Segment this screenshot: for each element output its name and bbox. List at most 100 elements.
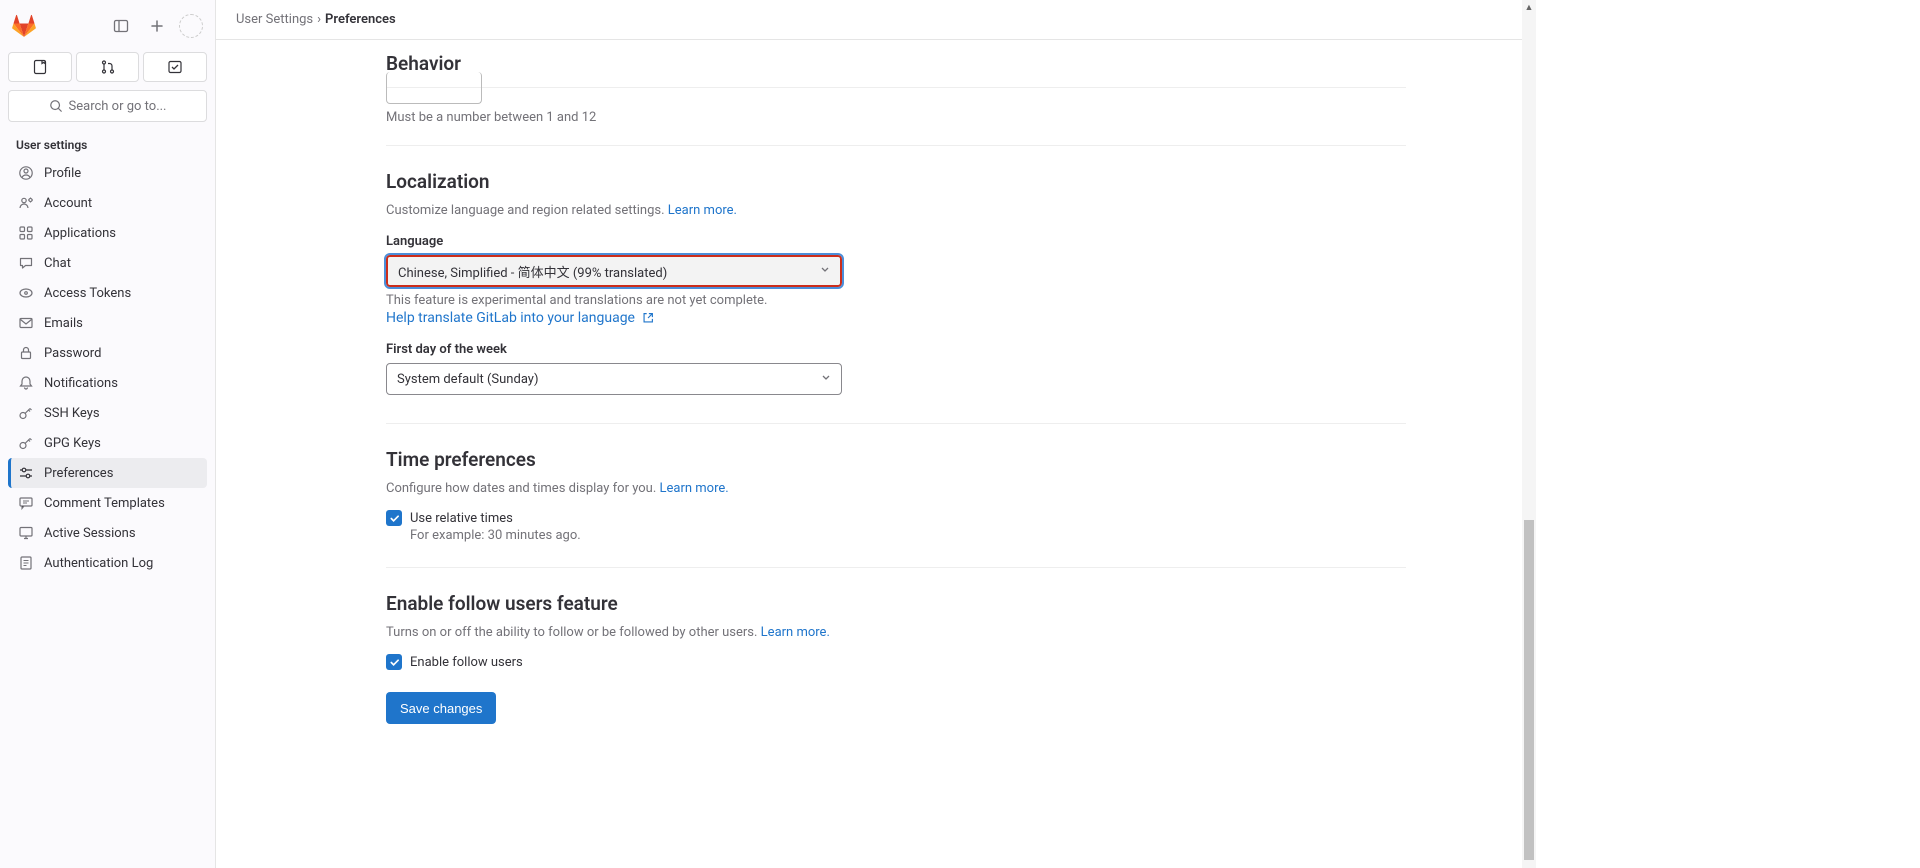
follow-users-checkbox[interactable] — [386, 654, 402, 670]
field-label: First day of the week — [386, 342, 1406, 357]
checkbox-label[interactable]: Use relative times — [410, 511, 513, 526]
learn-more-link[interactable]: Learn more. — [761, 625, 830, 640]
sidebar-item-access-tokens[interactable]: Access Tokens — [8, 278, 207, 308]
section-desc: Configure how dates and times display fo… — [386, 481, 1406, 496]
language-field: Language Chinese, Simplified - 简体中文 (99%… — [386, 234, 1406, 326]
tab-width-input[interactable] — [386, 72, 482, 104]
todos-button[interactable] — [143, 52, 207, 82]
section-title: Behavior — [386, 52, 1406, 88]
user-avatar[interactable] — [179, 14, 203, 38]
nav-label: GPG Keys — [44, 436, 101, 451]
email-icon — [18, 315, 34, 331]
sidebar-item-password[interactable]: Password — [8, 338, 207, 368]
relative-times-checkbox[interactable] — [386, 510, 402, 526]
select-value: Chinese, Simplified - 简体中文 (99% translat… — [398, 262, 667, 281]
first-day-select[interactable]: System default (Sunday) — [386, 363, 842, 395]
new-button[interactable] — [143, 12, 171, 40]
sidebar-item-emails[interactable]: Emails — [8, 308, 207, 338]
nav-label: Access Tokens — [44, 286, 131, 301]
breadcrumb-current: Preferences — [325, 12, 396, 27]
nav-label: Chat — [44, 256, 71, 271]
checkbox-help: For example: 30 minutes ago. — [410, 528, 1406, 543]
section-title: Localization — [386, 170, 1406, 193]
language-select[interactable]: Chinese, Simplified - 简体中文 (99% translat… — [386, 255, 842, 287]
chevron-down-icon — [821, 372, 831, 387]
nav-label: Notifications — [44, 376, 118, 391]
nav-label: Comment Templates — [44, 496, 165, 511]
select-value: System default (Sunday) — [397, 372, 538, 387]
key-icon — [18, 405, 34, 421]
gitlab-logo-icon[interactable] — [12, 14, 36, 38]
sidebar-item-auth-log[interactable]: Authentication Log — [8, 548, 207, 578]
nav-label: Active Sessions — [44, 526, 136, 541]
scrollbar[interactable]: ▲ — [1522, 0, 1536, 868]
main: User Settings › Preferences Behavior Mus… — [216, 0, 1536, 868]
field-label: Language — [386, 234, 1406, 249]
section-title: Enable follow users feature — [386, 592, 1406, 615]
scrollbar-thumb[interactable] — [1524, 520, 1534, 860]
check-icon — [389, 513, 400, 524]
section-title: Time preferences — [386, 448, 1406, 471]
issues-button[interactable] — [8, 52, 72, 82]
log-icon — [18, 555, 34, 571]
nav-list: Profile Account Applications Chat Access… — [8, 158, 207, 578]
chevron-down-icon — [820, 264, 830, 279]
lock-icon — [18, 345, 34, 361]
section-desc: Turns on or off the ability to follow or… — [386, 625, 1406, 640]
sidebar-item-chat[interactable]: Chat — [8, 248, 207, 278]
search-icon — [49, 99, 63, 113]
breadcrumb-parent[interactable]: User Settings — [236, 12, 313, 27]
behavior-section: Behavior Must be a number between 1 and … — [386, 40, 1406, 125]
sidebar-section-label: User settings — [8, 130, 207, 158]
panel-icon — [113, 18, 129, 34]
learn-more-link[interactable]: Learn more. — [668, 203, 737, 218]
nav-label: Account — [44, 196, 92, 211]
time-prefs-section: Time preferences Configure how dates and… — [386, 424, 1406, 543]
sidebar-item-preferences[interactable]: Preferences — [8, 458, 207, 488]
check-icon — [389, 657, 400, 668]
helper-text: This feature is experimental and transla… — [386, 293, 1406, 308]
sidebar-toggle-button[interactable] — [107, 12, 135, 40]
relative-times-checkbox-row: Use relative times — [386, 510, 1406, 526]
scroll-up-arrow[interactable]: ▲ — [1522, 0, 1536, 14]
sidebar-item-active-sessions[interactable]: Active Sessions — [8, 518, 207, 548]
checkbox-label[interactable]: Enable follow users — [410, 655, 523, 670]
search-placeholder: Search or go to... — [69, 99, 167, 114]
merge-requests-button[interactable] — [76, 52, 140, 82]
issue-icon — [32, 59, 48, 75]
save-button[interactable]: Save changes — [386, 692, 496, 724]
learn-more-link[interactable]: Learn more. — [660, 481, 729, 496]
nav-label: Emails — [44, 316, 83, 331]
content: Behavior Must be a number between 1 and … — [216, 40, 1536, 868]
sidebar-item-profile[interactable]: Profile — [8, 158, 207, 188]
sidebar-item-notifications[interactable]: Notifications — [8, 368, 207, 398]
comment-icon — [18, 495, 34, 511]
sidebar: Search or go to... User settings Profile… — [0, 0, 216, 868]
nav-label: Profile — [44, 166, 81, 181]
breadcrumb-sep: › — [317, 12, 321, 27]
sidebar-top — [8, 8, 207, 48]
localization-section: Localization Customize language and regi… — [386, 146, 1406, 395]
nav-label: Password — [44, 346, 101, 361]
merge-icon — [100, 59, 116, 75]
follow-users-checkbox-row: Enable follow users — [386, 654, 1406, 670]
help-translate-link[interactable]: Help translate GitLab into your language — [386, 310, 655, 326]
action-row — [8, 52, 207, 82]
token-icon — [18, 285, 34, 301]
follow-section: Enable follow users feature Turns on or … — [386, 568, 1406, 670]
section-desc: Customize language and region related se… — [386, 203, 1406, 218]
bell-icon — [18, 375, 34, 391]
account-icon — [18, 195, 34, 211]
nav-label: Authentication Log — [44, 556, 153, 571]
sidebar-item-gpg-keys[interactable]: GPG Keys — [8, 428, 207, 458]
breadcrumb: User Settings › Preferences — [216, 0, 1536, 40]
external-link-icon — [641, 311, 655, 325]
search-input[interactable]: Search or go to... — [8, 90, 207, 122]
sidebar-item-ssh-keys[interactable]: SSH Keys — [8, 398, 207, 428]
sidebar-item-comment-templates[interactable]: Comment Templates — [8, 488, 207, 518]
sidebar-item-applications[interactable]: Applications — [8, 218, 207, 248]
nav-label: Preferences — [44, 466, 113, 481]
helper-text: Must be a number between 1 and 12 — [386, 110, 1406, 125]
first-day-field: First day of the week System default (Su… — [386, 342, 1406, 395]
sidebar-item-account[interactable]: Account — [8, 188, 207, 218]
